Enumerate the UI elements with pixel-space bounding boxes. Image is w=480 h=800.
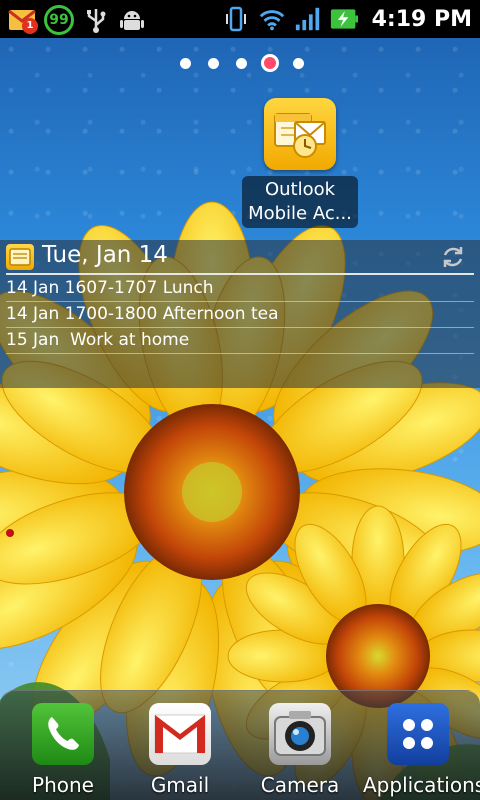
- wallpaper: [0, 0, 480, 800]
- dock-phone[interactable]: Phone: [8, 703, 118, 797]
- vibrate-icon: [222, 5, 250, 33]
- battery-percent-icon: 99: [44, 5, 74, 35]
- clock: 4:19 PM: [371, 6, 472, 32]
- applications-grid-icon[interactable]: [387, 703, 449, 765]
- outlook-calendar-icon[interactable]: [264, 98, 336, 170]
- phone-icon[interactable]: [32, 703, 94, 765]
- usb-icon: [82, 6, 110, 34]
- dock-label: Camera: [260, 773, 340, 797]
- page-dot[interactable]: [236, 57, 247, 69]
- android-debug-icon: [118, 6, 146, 34]
- dock-camera[interactable]: Camera: [245, 703, 355, 797]
- dock-applications[interactable]: Applications: [363, 703, 480, 797]
- wifi-icon: [258, 5, 286, 33]
- refresh-icon[interactable]: [440, 244, 466, 270]
- camera-icon[interactable]: [269, 703, 331, 765]
- page-dot-active[interactable]: [261, 54, 279, 72]
- event-item[interactable]: 15 Jan Work at home: [6, 328, 474, 354]
- dock-label: Phone: [32, 773, 94, 797]
- notification-count-badge: 1: [22, 18, 38, 34]
- signal-icon: [294, 5, 322, 33]
- status-bar: 1 99 4:19 PM: [0, 0, 480, 38]
- page-dot[interactable]: [208, 57, 219, 69]
- charging-battery-icon: [330, 5, 358, 33]
- calendar-folder-icon[interactable]: [6, 244, 34, 270]
- sunflower-wallpaper-art: [0, 201, 480, 800]
- page-dot[interactable]: [180, 57, 191, 69]
- gmail-icon[interactable]: [149, 703, 211, 765]
- page-dot[interactable]: [293, 57, 304, 69]
- gmail-notification-icon[interactable]: 1: [8, 6, 38, 34]
- dock: Phone Gmail Camera Applications: [0, 690, 480, 800]
- event-item[interactable]: 14 Jan 1700-1800 Afternoon tea: [6, 302, 474, 328]
- widget-header: Tue, Jan 14: [0, 240, 480, 274]
- event-list: 14 Jan 1607-1707 Lunch 14 Jan 1700-1800 …: [0, 276, 480, 354]
- widget-divider: [6, 273, 474, 275]
- outlook-mobile-shortcut[interactable]: Outlook Mobile Ac...: [242, 98, 358, 228]
- dock-gmail[interactable]: Gmail: [125, 703, 235, 797]
- page-indicator[interactable]: [180, 54, 304, 72]
- event-item[interactable]: 14 Jan 1607-1707 Lunch: [6, 276, 474, 302]
- dock-label: Gmail: [150, 773, 210, 797]
- dock-label: Applications: [363, 773, 480, 797]
- calendar-widget[interactable]: Tue, Jan 14 14 Jan 1607-1707 Lunch 14 Ja…: [0, 240, 480, 388]
- shortcut-label[interactable]: Outlook Mobile Ac...: [242, 176, 358, 228]
- widget-date: Tue, Jan 14: [42, 242, 168, 268]
